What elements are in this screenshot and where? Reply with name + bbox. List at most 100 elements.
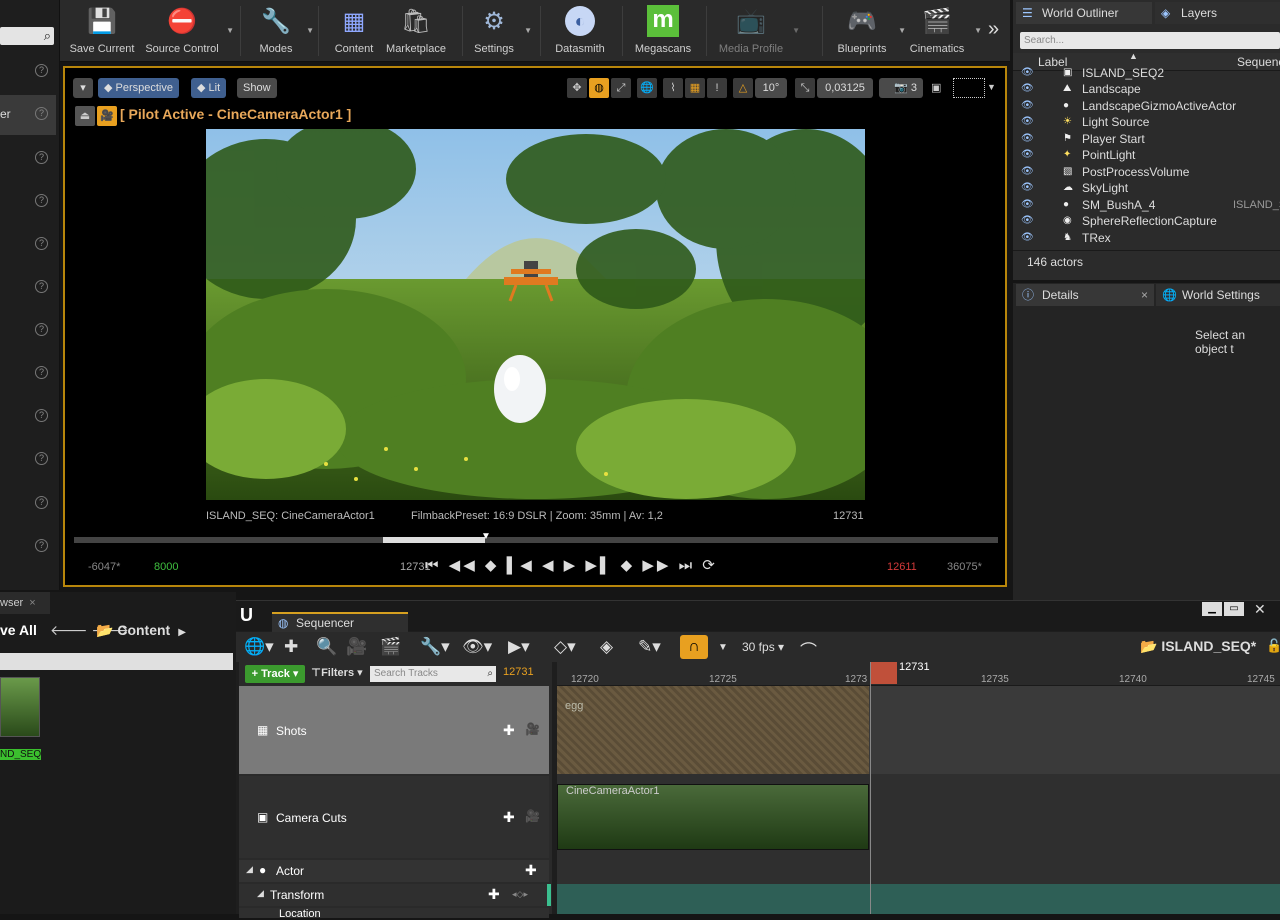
tab-world-outliner[interactable]: ☰ World Outliner — [1016, 2, 1152, 24]
left-list-item[interactable]: ? — [0, 225, 56, 265]
search-tracks-input[interactable]: Search Tracks ⌕ — [370, 666, 496, 682]
marketplace-button[interactable]: 🛍 Marketplace — [382, 4, 450, 60]
eye-icon[interactable]: 👁 — [1021, 98, 1034, 114]
playhead-marker[interactable]: ▼ — [481, 531, 491, 542]
add-shot-button[interactable]: ✚ — [503, 722, 515, 739]
media-profile-button[interactable]: 📺 Media Profile ▼ — [714, 4, 800, 60]
tab-sequencer[interactable]: ◍ Sequencer — [272, 612, 408, 632]
camera-icon[interactable]: 🎥 — [525, 722, 540, 736]
edit-mode-icon[interactable]: ✎▾ — [638, 637, 661, 657]
curve-editor-icon[interactable]: ⌒ — [800, 637, 817, 662]
help-icon[interactable]: ? — [35, 452, 48, 465]
eject-icon[interactable]: ⏏ — [75, 106, 95, 126]
outliner-row[interactable]: 👁 ✦ PointLight — [1013, 147, 1280, 163]
scale-snap-value[interactable]: 0,03125 — [817, 78, 873, 98]
help-icon[interactable]: ? — [35, 107, 48, 120]
viewport-options-button[interactable]: ▾ — [73, 78, 93, 98]
left-list-item[interactable]: ? — [0, 268, 56, 308]
tab-world-settings[interactable]: 🌐 World Settings — [1156, 284, 1280, 306]
eye-icon[interactable]: 👁 — [1021, 197, 1034, 213]
perspective-button[interactable]: ◆ Perspective — [98, 78, 179, 98]
view-icon[interactable]: 👁▾ — [462, 637, 492, 657]
add-track-button[interactable]: + Track ▾ — [245, 665, 305, 683]
left-list-item[interactable]: er? — [0, 95, 56, 135]
chevron-down-icon[interactable]: ▼ — [226, 26, 234, 35]
show-button[interactable]: Show — [237, 78, 277, 98]
help-icon[interactable]: ? — [35, 237, 48, 250]
sequencer-timeline[interactable]: 12720 12725 1273 12735 12740 12745 egg C… — [557, 661, 1280, 914]
outliner-search-input[interactable]: Search... — [1020, 32, 1280, 49]
expand-arrow-icon[interactable]: ◢ — [257, 888, 264, 899]
rotate-icon[interactable]: ◍ — [589, 78, 609, 98]
playback-scrub-bar[interactable] — [74, 537, 998, 543]
transport-controls[interactable]: ⏮ ◀◀ ◆ ▌◀ ◀ ▶ ▶▌ ◆ ▶▶ ⏭ ⟳ — [425, 556, 718, 574]
chevron-down-icon[interactable]: ▼ — [987, 82, 996, 92]
scene-render[interactable] — [206, 129, 865, 500]
settings-button[interactable]: ⚙ Settings ▼ — [468, 4, 532, 60]
layout-icon[interactable] — [953, 78, 985, 98]
grid-size-button[interactable]: ! — [707, 78, 727, 98]
scale-icon[interactable]: ⤢ — [611, 78, 631, 98]
maximize-button[interactable]: ▭ — [1224, 602, 1244, 616]
play-range-start[interactable]: 8000 — [154, 561, 178, 573]
eye-icon[interactable]: 👁 — [1021, 230, 1034, 246]
add-key-button[interactable]: ✚ — [488, 886, 500, 903]
eye-icon[interactable]: 👁 — [1021, 131, 1034, 147]
outliner-row[interactable]: 👁 ☀ Light Source — [1013, 114, 1280, 130]
snap-magnet-icon[interactable]: ∩ — [680, 635, 708, 659]
left-list-item[interactable]: ? — [0, 182, 56, 222]
outliner-row[interactable]: 👁 ▧ PostProcessVolume — [1013, 164, 1280, 180]
outliner-row[interactable]: 👁●SM_BushA_4ISLAND_S — [1013, 197, 1280, 213]
help-icon[interactable]: ? — [35, 539, 48, 552]
shot-section[interactable]: egg — [557, 686, 869, 774]
help-icon[interactable]: ? — [35, 366, 48, 379]
angle-snap-icon[interactable]: △ — [733, 78, 753, 98]
outliner-row[interactable]: 👁 ♞ TRex — [1013, 230, 1280, 246]
view-range-start[interactable]: -6047* — [88, 561, 120, 573]
chevron-down-icon[interactable]: ▼ — [974, 26, 982, 35]
help-icon[interactable]: ? — [35, 323, 48, 336]
tab-layers[interactable]: ◈ Layers — [1155, 2, 1280, 24]
lock-icon[interactable]: 🔓 — [1266, 638, 1280, 654]
lit-button[interactable]: ◆ Lit — [191, 78, 227, 98]
chevron-down-icon[interactable]: ▼ — [306, 26, 314, 35]
view-range-end[interactable]: 36075* — [947, 561, 982, 573]
outliner-row[interactable]: 👁 ▣ ISLAND_SEQ2 — [1013, 65, 1280, 81]
playhead[interactable] — [871, 662, 897, 684]
blueprints-button[interactable]: 🎮 Blueprints ▼ — [830, 4, 906, 60]
render-movie-icon[interactable]: 🎬 — [380, 637, 401, 657]
track-transform[interactable]: ◢ Transform ✚ ◂◇▸ — [239, 884, 551, 906]
eye-icon[interactable]: 👁 — [1021, 65, 1034, 81]
key-nav-icon[interactable]: ◂◇▸ — [512, 889, 528, 900]
eye-icon[interactable]: 👁 — [1021, 180, 1034, 196]
eye-icon[interactable]: 👁 — [1021, 114, 1034, 130]
left-search-input[interactable]: ⌕ — [0, 27, 54, 45]
content-button[interactable]: ▦ Content — [328, 4, 380, 60]
outliner-row[interactable]: 👁 ☁ SkyLight — [1013, 180, 1280, 196]
camera-cut-section[interactable]: CineCameraActor1 — [557, 784, 869, 850]
camera-speed-button[interactable]: 📷 3 — [879, 78, 923, 98]
playback-range[interactable] — [383, 537, 485, 543]
tab-content-browser[interactable]: wser × — [0, 592, 50, 614]
help-icon[interactable]: ? — [35, 496, 48, 509]
play-range-end[interactable]: 12611 — [887, 561, 917, 573]
fps-selector[interactable]: 30 fps ▾ — [742, 640, 784, 654]
angle-snap-value[interactable]: 10° — [755, 78, 787, 98]
left-list-item[interactable]: ? — [0, 527, 56, 567]
pilot-icon[interactable]: 🎥 — [97, 106, 117, 126]
left-list-item[interactable]: ? — [0, 484, 56, 524]
left-list-item[interactable]: ? — [0, 52, 56, 92]
source-control-button[interactable]: ⛔ Source Control ▼ — [142, 4, 234, 60]
track-location[interactable]: Location — [239, 908, 549, 920]
modes-button[interactable]: 🔧 Modes ▼ — [250, 4, 314, 60]
camera-icon[interactable]: 🎥 — [346, 637, 367, 657]
help-icon[interactable]: ? — [35, 280, 48, 293]
sequence-name[interactable]: 📂 ISLAND_SEQ* — [1140, 638, 1256, 655]
outliner-row[interactable]: 👁 ⛰ Landscape — [1013, 81, 1280, 97]
add-key-icon[interactable]: ✚ — [284, 637, 298, 657]
tools-icon[interactable]: 🔧▾ — [420, 637, 450, 657]
level-viewport[interactable]: ▾ ◆ Perspective ◆ Lit Show ✥ ◍ ⤢ 🌐 ⌇ ▦ !… — [63, 66, 1007, 587]
key-tangent-icon[interactable]: ◈ — [600, 637, 613, 657]
minimize-button[interactable]: ▁ — [1202, 602, 1222, 616]
scale-snap-icon[interactable]: ⤡ — [795, 78, 815, 98]
